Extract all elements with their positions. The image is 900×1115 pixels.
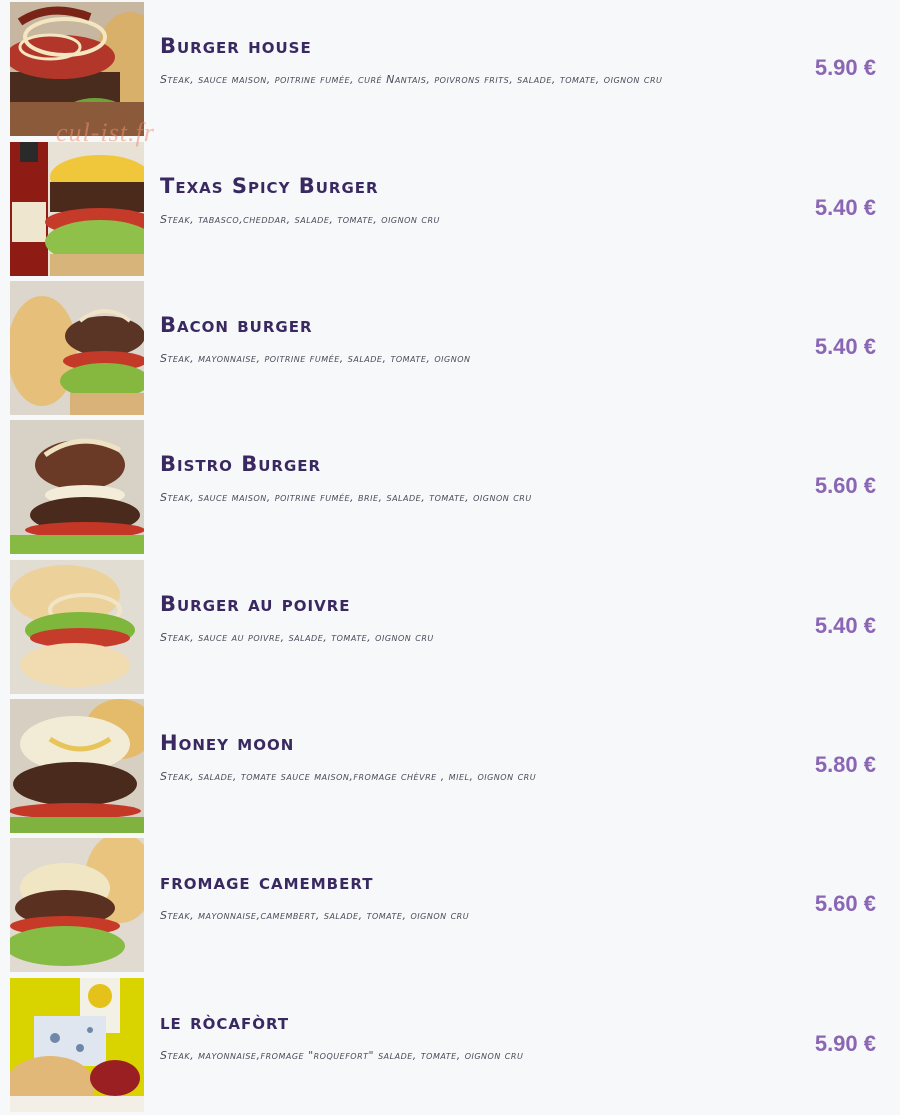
item-description: Steak, sauce au poivre, salade, tomate, … <box>160 631 434 644</box>
burger-photo <box>10 978 144 1112</box>
burger-photo <box>10 142 144 276</box>
item-price: 5.90 € <box>814 1031 876 1056</box>
menu-item[interactable]: Bacon burger Steak, mayonnaise, poitrine… <box>0 279 900 418</box>
item-name: Burger au poivre <box>160 592 351 616</box>
burger-photo <box>10 560 144 694</box>
menu-item[interactable]: le ròcafòrt Steak, mayonnaise,fromage "r… <box>0 976 900 1115</box>
item-description: Steak, salade, tomate sauce maison,froma… <box>160 770 537 783</box>
item-price: 5.60 € <box>814 473 876 498</box>
burger-menu: Burger house Steak, sauce maison, poitri… <box>0 0 900 1112</box>
item-description: Steak, mayonnaise,camembert, salade, tom… <box>160 909 470 922</box>
item-price: 5.40 € <box>814 195 876 220</box>
item-name: fromage camembert <box>160 870 374 894</box>
item-name: Burger house <box>160 34 312 58</box>
menu-item[interactable]: Burger au poivre Steak, sauce au poivre,… <box>0 558 900 697</box>
item-description: Steak, mayonnaise, poitrine fumée, salad… <box>160 352 471 365</box>
item-price: 5.40 € <box>814 613 876 638</box>
burger-photo <box>10 2 144 136</box>
menu-item[interactable]: Burger house Steak, sauce maison, poitri… <box>0 0 900 139</box>
burger-photo <box>10 420 144 554</box>
item-name: Bacon burger <box>160 313 313 337</box>
item-description: Steak, mayonnaise,fromage "roquefort" sa… <box>160 1049 524 1062</box>
item-price: 5.80 € <box>814 752 876 777</box>
burger-photo <box>10 281 144 415</box>
menu-item[interactable]: Texas Spicy Burger Steak, tabasco,chedda… <box>0 140 900 279</box>
menu-item[interactable]: Bistro Burger Steak, sauce maison, poitr… <box>0 418 900 557</box>
item-description: Steak, sauce maison, poitrine fumée, cur… <box>160 73 663 86</box>
item-description: Steak, tabasco,cheddar, salade, tomate, … <box>160 213 440 226</box>
burger-photo <box>10 838 144 972</box>
menu-item[interactable]: fromage camembert Steak, mayonnaise,came… <box>0 836 900 975</box>
item-name: Bistro Burger <box>160 452 322 476</box>
item-description: Steak, sauce maison, poitrine fumée, bri… <box>160 491 532 504</box>
item-name: Honey moon <box>160 731 295 755</box>
burger-photo <box>10 699 144 833</box>
item-price: 5.40 € <box>814 334 876 359</box>
menu-item[interactable]: Honey moon Steak, salade, tomate sauce m… <box>0 697 900 836</box>
item-price: 5.90 € <box>814 55 876 80</box>
item-name: le ròcafòrt <box>160 1010 290 1034</box>
item-name: Texas Spicy Burger <box>160 174 379 198</box>
item-price: 5.60 € <box>814 891 876 916</box>
